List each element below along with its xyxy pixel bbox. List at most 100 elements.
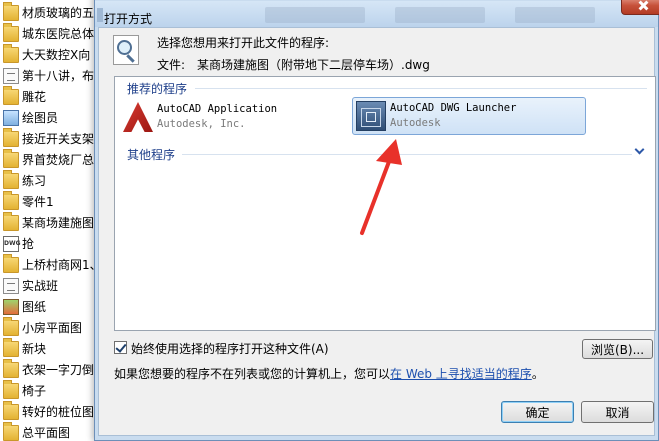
background-window-blur xyxy=(265,7,365,23)
background-window-blur xyxy=(515,7,595,23)
file-item[interactable]: 第十八讲，布 xyxy=(0,65,100,86)
file-item[interactable]: 练习 xyxy=(0,169,100,191)
recommended-heading: 推荐的程序 xyxy=(127,82,188,96)
file-name: 图纸 xyxy=(22,300,47,314)
file-item[interactable]: 绘图员 xyxy=(0,107,100,128)
file-name: 抢 xyxy=(22,237,35,251)
web-search-hint: 如果您想要的程序不在列表或您的计算机上，您可以在 Web 上寻找适当的程序。 xyxy=(114,365,544,382)
file-item[interactable]: 上桥村商网1、 xyxy=(0,253,100,275)
file-name: 衣架一字刀倒 xyxy=(22,363,95,377)
file-list: 材质玻璃的五 城东医院总体 大天数控X向 第十八讲，布 雕花 绘图员 接近开关支… xyxy=(0,0,100,441)
open-with-dialog: 打开方式 选择您想用来打开此文件的程序: 文件: 某商场建施图（附带地下二层停车… xyxy=(94,0,659,441)
file-name: 新块 xyxy=(22,342,47,356)
dwg-file-icon: DWG xyxy=(3,235,21,252)
folder-icon xyxy=(3,400,19,420)
program-list: 推荐的程序 AutoCAD Application Autodesk, Inc.… xyxy=(114,76,656,331)
file-item[interactable]: 实战班 xyxy=(0,275,100,296)
file-item[interactable]: 某商场建施图 xyxy=(0,211,100,233)
file-item[interactable]: 接近开关支架 xyxy=(0,127,100,149)
file-name: 城东医院总体 xyxy=(22,27,95,41)
folder-icon xyxy=(3,85,19,105)
file-item[interactable]: 图纸 xyxy=(0,296,100,317)
folder-icon xyxy=(3,358,19,378)
hint-end: 。 xyxy=(531,367,544,381)
cancel-button[interactable]: 取消 xyxy=(581,401,654,423)
folder-icon xyxy=(3,43,19,63)
file-item[interactable]: DWG 抢 xyxy=(0,233,100,254)
file-name: 零件1 xyxy=(22,195,54,209)
background-window-blur xyxy=(395,7,485,23)
close-button[interactable] xyxy=(621,0,659,15)
file-item[interactable]: 小房平面图 xyxy=(0,316,100,338)
folder-icon xyxy=(3,148,19,168)
dialog-titlebar[interactable]: 打开方式 xyxy=(95,1,658,27)
program-name: AutoCAD Application xyxy=(157,103,278,115)
file-name: 总平面图 xyxy=(22,426,71,440)
folder-icon xyxy=(3,1,19,21)
file-name: 材质玻璃的五 xyxy=(22,6,95,20)
dialog-prompt: 选择您想用来打开此文件的程序: xyxy=(157,36,330,50)
folder-icon xyxy=(3,421,19,441)
file-name: 小房平面图 xyxy=(22,321,83,335)
web-search-link[interactable]: 在 Web 上寻找适当的程序 xyxy=(390,367,532,381)
program-vendor: Autodesk xyxy=(390,117,441,129)
magnifier-icon xyxy=(113,35,139,65)
hint-text: 如果您想要的程序不在列表或您的计算机上，您可以 xyxy=(114,367,391,381)
always-use-checkbox[interactable] xyxy=(114,341,127,354)
document-icon xyxy=(3,67,19,84)
file-item[interactable]: 衣架一字刀倒 xyxy=(0,358,100,380)
file-name: 大天数控X向 xyxy=(22,48,91,62)
folder-icon xyxy=(3,127,19,147)
arrow-shaft xyxy=(360,157,392,235)
file-item[interactable]: 材质玻璃的五 xyxy=(0,1,100,23)
file-name: 界首焚烧厂总 xyxy=(22,153,95,167)
file-item[interactable]: 零件1 xyxy=(0,190,100,212)
file-name: 雕花 xyxy=(22,90,47,104)
file-item[interactable]: 界首焚烧厂总 xyxy=(0,148,100,170)
arrow-head xyxy=(376,139,402,165)
folder-icon xyxy=(3,253,19,273)
document-icon xyxy=(3,277,19,294)
file-name: 某商场建施图 xyxy=(22,216,95,230)
folder-icon xyxy=(3,211,19,231)
folder-icon xyxy=(3,316,19,336)
dialog-title: 打开方式 xyxy=(104,12,153,26)
folder-icon xyxy=(3,337,19,357)
program-autocad-application[interactable]: AutoCAD Application Autodesk, Inc. xyxy=(120,99,345,135)
file-item[interactable]: 城东医院总体 xyxy=(0,22,100,44)
program-vendor: Autodesk, Inc. xyxy=(157,118,246,130)
dialog-body: 选择您想用来打开此文件的程序: 文件: 某商场建施图（附带地下二层停车场）.dw… xyxy=(98,27,656,436)
folder-icon xyxy=(3,169,19,189)
always-use-label[interactable]: 始终使用选择的程序打开这种文件(A) xyxy=(131,340,329,357)
file-name: 第十八讲，布 xyxy=(22,69,95,83)
dwg-launcher-icon xyxy=(356,101,386,131)
folder-icon xyxy=(3,190,19,210)
file-name: 椅子 xyxy=(22,384,47,398)
file-name: 练习 xyxy=(22,174,47,188)
file-item[interactable]: 总平面图 xyxy=(0,421,100,441)
file-item[interactable]: 椅子 xyxy=(0,379,100,401)
image-icon xyxy=(3,109,19,126)
file-item[interactable]: 转好的桩位图 xyxy=(0,400,100,422)
section-divider xyxy=(195,88,647,89)
file-item[interactable]: 大天数控X向 xyxy=(0,43,100,65)
file-name: 实战班 xyxy=(22,279,59,293)
file-item[interactable]: 雕花 xyxy=(0,85,100,107)
browse-button[interactable]: 浏览(B)... xyxy=(582,339,653,359)
program-autocad-dwg-launcher[interactable]: AutoCAD DWG Launcher Autodesk xyxy=(352,97,586,135)
chevron-down-icon[interactable] xyxy=(634,145,646,157)
ok-button[interactable]: 确定 xyxy=(501,401,574,423)
program-name: AutoCAD DWG Launcher xyxy=(390,102,517,114)
autocad-icon xyxy=(123,102,153,132)
file-label: 文件: xyxy=(157,58,186,72)
other-programs-heading[interactable]: 其他程序 xyxy=(127,146,175,163)
folder-icon xyxy=(3,379,19,399)
folder-icon xyxy=(3,22,19,42)
file-name: 接近开关支架 xyxy=(22,132,95,146)
file-item[interactable]: 新块 xyxy=(0,337,100,359)
file-name-value: 某商场建施图（附带地下二层停车场）.dwg xyxy=(197,58,430,72)
file-name: 绘图员 xyxy=(22,111,59,125)
file-name: 转好的桩位图 xyxy=(22,405,95,419)
file-name: 上桥村商网1、 xyxy=(22,258,100,272)
red-annotation-arrow xyxy=(360,139,402,235)
